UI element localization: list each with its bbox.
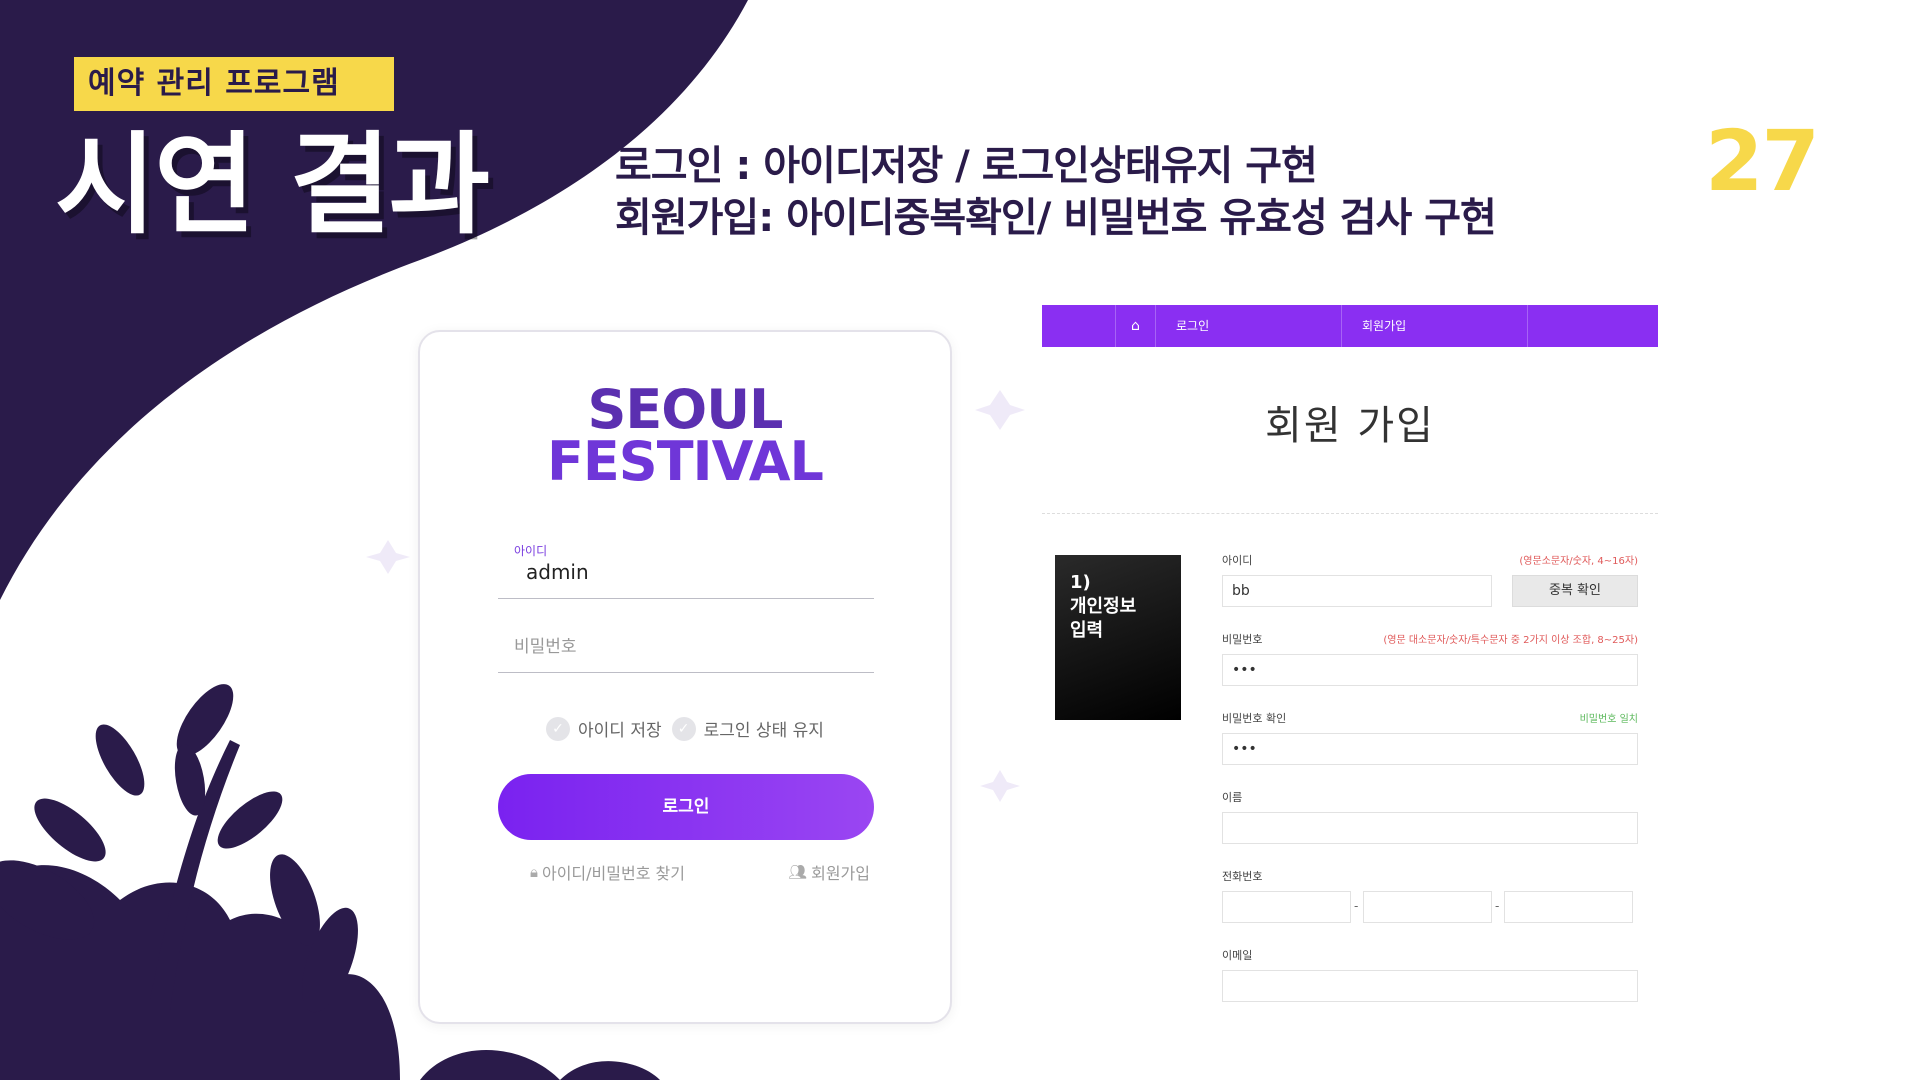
step-line-2: 입력	[1070, 620, 1104, 641]
page-number: 27	[1705, 112, 1820, 210]
step-line-1: 개인정보	[1070, 596, 1137, 617]
signup-email-input[interactable]	[1222, 970, 1638, 1002]
password-match-hint: 비밀번호 일치	[1579, 714, 1638, 725]
save-id-checkbox[interactable]: ✓ 아이디 저장	[546, 716, 662, 741]
phone-input-1[interactable]	[1222, 891, 1351, 923]
check-icon: ✓	[546, 716, 570, 741]
headline-line-2: 회원가입: 아이디중복확인/ 비밀번호 유효성 검사 구현	[615, 195, 1497, 241]
logo-line-2: FESTIVAL	[547, 430, 824, 493]
password-input[interactable]: 비밀번호	[514, 632, 577, 657]
signup-nav-bar: ⌂ 로그인 회원가입	[1042, 305, 1658, 347]
login-options: ✓ 아이디 저장 ✓ 로그인 상태 유지	[546, 716, 834, 741]
slide-headline: 로그인 : 아이디저장 / 로그인상태유지 구현 회원가입: 아이디중복확인/ …	[615, 140, 1497, 244]
signup-panel: ⌂ 로그인 회원가입 회원 가입 1) 개인정보 입력 아이디 (영문소문자/숫…	[1042, 305, 1658, 1025]
login-bottom-links: 🔒︎ 아이디/비밀번호 찾기 👥︎ 회원가입	[530, 860, 870, 884]
login-card: SEOUL FESTIVAL 아이디 admin 비밀번호 ✓ 아이디 저장 ✓…	[418, 330, 952, 1024]
join-label: 회원가입	[811, 864, 870, 883]
phone-input-3[interactable]	[1504, 891, 1633, 923]
nav-spacer	[1042, 305, 1116, 347]
slide-title: 시연 결과	[55, 121, 490, 249]
signup-title: 회원 가입	[1265, 403, 1435, 449]
nav-login[interactable]: 로그인	[1156, 305, 1342, 347]
password-label: 비밀번호	[1222, 633, 1263, 646]
signup-id-input[interactable]: bb	[1222, 575, 1492, 607]
keep-login-checkbox[interactable]: ✓ 로그인 상태 유지	[671, 716, 824, 741]
seoul-festival-logo: SEOUL FESTIVAL	[420, 378, 950, 493]
id-field-label: 아이디	[514, 544, 548, 558]
home-icon[interactable]: ⌂	[1116, 305, 1156, 347]
program-tag: 예약 관리 프로그램	[74, 57, 394, 111]
duplicate-check-button[interactable]: 중복 확인	[1512, 575, 1638, 607]
id-hint: (영문소문자/숫자, 4~16자)	[1519, 556, 1638, 567]
keep-login-label: 로그인 상태 유지	[703, 721, 824, 741]
password-hint: (영문 대소문자/숫자/특수문자 중 2가지 이상 조합, 8~25자)	[1383, 635, 1638, 646]
name-label: 이름	[1222, 791, 1243, 804]
divider	[1042, 513, 1658, 514]
email-label: 이메일	[1222, 949, 1253, 962]
password-input-underline	[498, 672, 874, 673]
logo-line-1: SEOUL	[587, 378, 784, 441]
join-link[interactable]: 👥︎ 회원가입	[788, 860, 870, 884]
step-box: 1) 개인정보 입력	[1055, 555, 1181, 720]
check-icon: ✓	[671, 716, 696, 741]
phone-separator: -	[1495, 899, 1500, 913]
find-account-label: 아이디/비밀번호 찾기	[541, 864, 685, 883]
password-confirm-label: 비밀번호 확인	[1222, 712, 1287, 725]
phone-input-2[interactable]	[1363, 891, 1492, 923]
find-account-link[interactable]: 🔒︎ 아이디/비밀번호 찾기	[530, 860, 685, 884]
save-id-label: 아이디 저장	[578, 721, 662, 741]
headline-line-1: 로그인 : 아이디저장 / 로그인상태유지 구현	[615, 143, 1318, 189]
id-input-underline	[498, 598, 874, 599]
id-input[interactable]: admin	[526, 560, 589, 584]
lock-icon: 🔒︎	[530, 863, 538, 881]
login-button[interactable]: 로그인	[498, 774, 874, 840]
phone-separator: -	[1354, 899, 1359, 913]
signup-name-input[interactable]	[1222, 812, 1638, 844]
nav-join[interactable]: 회원가입	[1342, 305, 1528, 347]
signup-password-confirm-input[interactable]: •••	[1222, 733, 1638, 765]
users-icon: 👥︎	[788, 863, 808, 881]
phone-label: 전화번호	[1222, 870, 1263, 883]
id-label: 아이디	[1222, 554, 1253, 567]
step-number: 1)	[1070, 572, 1091, 593]
signup-password-input[interactable]: •••	[1222, 654, 1638, 686]
